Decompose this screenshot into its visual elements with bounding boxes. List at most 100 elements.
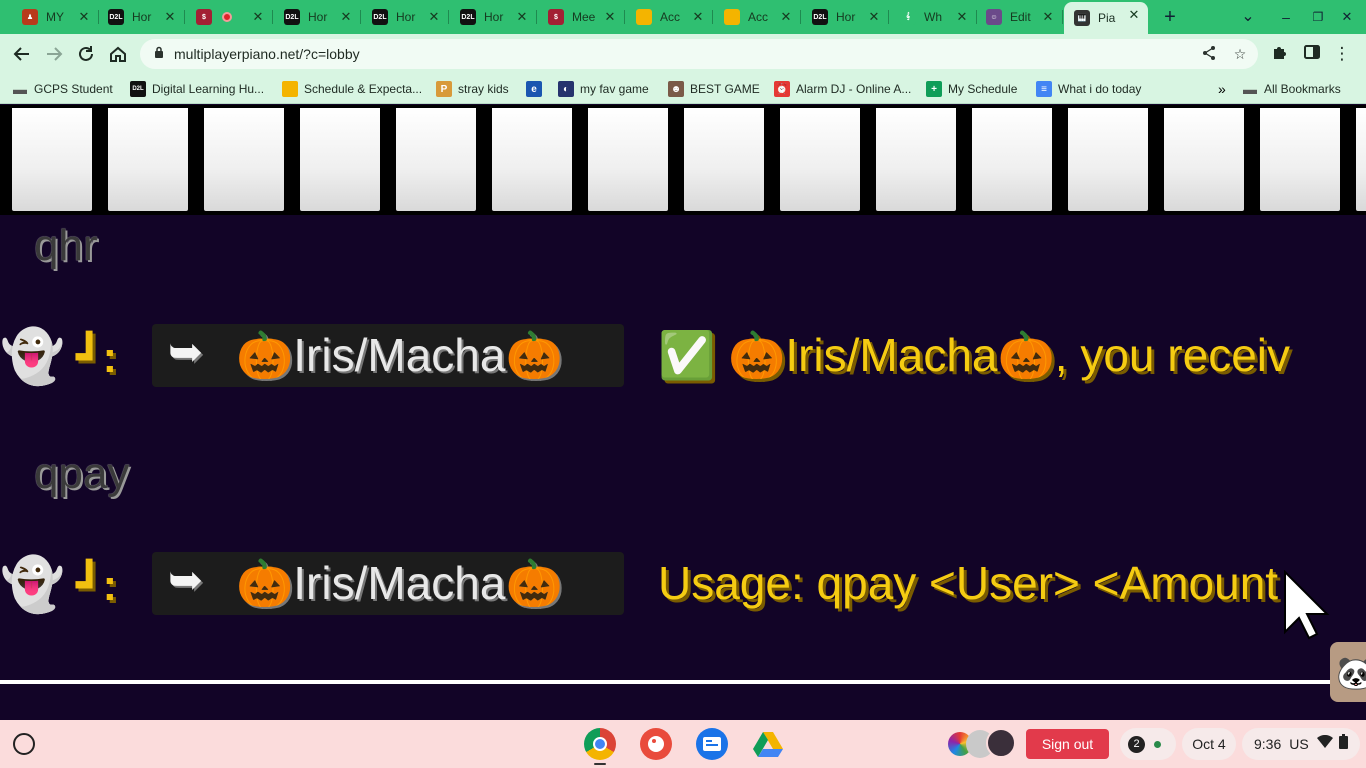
chat-command-qhr: qhr (34, 221, 98, 270)
browser-tab[interactable]: D2L Hor ✕ (802, 4, 889, 30)
canvas-paint-app-icon[interactable] (640, 728, 672, 760)
notification-count: 2 (1128, 735, 1145, 753)
bookmark-item[interactable]: e (526, 80, 542, 98)
tab-close-icon[interactable]: ✕ (954, 9, 970, 25)
tab-close-icon[interactable]: ✕ (778, 9, 794, 25)
new-tab-plus-icon[interactable]: + (1160, 7, 1180, 27)
sign-out-button[interactable]: Sign out (1026, 729, 1109, 759)
status-tray[interactable]: 9:36 US (1242, 728, 1360, 760)
chrome-app-icon[interactable] (584, 728, 616, 760)
browser-tab[interactable]: D2L Hor ✕ (274, 4, 361, 30)
bookmark-item[interactable]: ⏰ Alarm DJ - Online A... (774, 80, 911, 98)
piano-white-key[interactable] (1164, 108, 1244, 211)
minimize-icon[interactable]: – (1276, 7, 1296, 27)
tab-close-icon[interactable]: ✕ (602, 9, 618, 25)
bookmark-item[interactable]: ◐ my fav game (558, 80, 649, 98)
piano-white-key[interactable] (1356, 108, 1366, 211)
date-tray[interactable]: Oct 4 (1182, 728, 1236, 760)
tab-search-chevron-icon[interactable]: ⌄ (1238, 7, 1258, 27)
pinterest-icon: P (436, 81, 452, 97)
tab-favicon-icon: ♟ (22, 9, 38, 25)
kebab-menu-icon[interactable]: ⋮ (1331, 43, 1353, 65)
browser-tab[interactable]: $ ✕ (186, 4, 273, 30)
browser-tab[interactable]: D2L Hor ✕ (362, 4, 449, 30)
tab-close-icon[interactable]: ✕ (690, 9, 706, 25)
tab-favicon-icon: D2L (372, 9, 388, 25)
browser-tab[interactable]: D2L Hor ✕ (98, 4, 185, 30)
classroom-app-icon[interactable] (696, 728, 728, 760)
google-drive-app-icon[interactable] (752, 728, 784, 760)
tab-strip: ♟ MY ✕ D2L Hor ✕ $ ✕ D2L Hor ✕ D2L Hor ✕ D2L Hor ✕ $ Mee ✕ A… (0, 0, 1366, 34)
close-window-icon[interactable]: ✕ (1337, 7, 1357, 27)
address-bar[interactable]: multiplayerpiano.net/?c=lobby ☆ (140, 39, 1258, 69)
bot-prefix: ┛: (76, 333, 118, 382)
browser-tab[interactable]: Acc ✕ (626, 4, 713, 30)
piano-white-key[interactable] (300, 108, 380, 211)
tab-title: Edit (1010, 10, 1031, 24)
tab-close-icon[interactable]: ✕ (338, 9, 354, 25)
bookmark-item[interactable]: Schedule & Expecta... (282, 80, 422, 98)
ghost-emoji-icon: 👻 (0, 555, 65, 615)
browser-tab[interactable]: ☺ Edit ✕ (976, 4, 1063, 30)
tab-favicon-icon: ☺ (986, 9, 1002, 25)
tab-title: Pia (1098, 11, 1116, 25)
reload-icon[interactable] (75, 43, 97, 65)
site-info-icon[interactable] (154, 46, 164, 59)
side-panel-icon[interactable] (1301, 43, 1323, 65)
tote-holding-space[interactable] (948, 728, 1016, 760)
tab-close-icon[interactable]: ✕ (162, 9, 178, 25)
chat-command-qpay: qpay (34, 449, 130, 498)
bookmark-label: stray kids (458, 82, 509, 96)
bookmark-label: GCPS Student (34, 82, 113, 96)
browser-tab[interactable]: $ Mee ✕ (538, 4, 625, 30)
browser-tab[interactable]: 🎹 Pia ✕ (1064, 2, 1148, 34)
browser-tab[interactable]: Acc ✕ (714, 4, 801, 30)
bookmark-item[interactable]: ▬ All Bookmarks (1242, 80, 1341, 98)
piano-white-key[interactable] (492, 108, 572, 211)
bookmark-star-icon[interactable]: ☆ (1231, 45, 1249, 63)
notification-pill[interactable]: 2 (1120, 728, 1176, 760)
tab-close-icon[interactable]: ✕ (426, 9, 442, 25)
piano-white-key[interactable] (780, 108, 860, 211)
piano-white-key[interactable] (588, 108, 668, 211)
tab-close-icon[interactable]: ✕ (1040, 9, 1056, 25)
piano-white-key[interactable] (972, 108, 1052, 211)
bookmark-item[interactable]: D2L Digital Learning Hu... (130, 80, 264, 98)
user-tag: ➥ 🎃Iris/Macha🎃 (152, 324, 624, 387)
reply-arrow-icon: ➥ (168, 327, 204, 376)
forward-arrow-icon[interactable] (43, 43, 65, 65)
piano-white-key[interactable] (1068, 108, 1148, 211)
bot-reply-text: Usage: qpay <User> <Amount (658, 557, 1279, 609)
browser-tab[interactable]: ♟ MY ✕ (12, 4, 99, 30)
bookmark-item[interactable]: + My Schedule (926, 80, 1017, 98)
bookmark-item[interactable]: ☻ BEST GAME (668, 80, 760, 98)
browser-tab[interactable]: D2L Hor ✕ (450, 4, 537, 30)
tab-close-icon[interactable]: ✕ (1126, 7, 1142, 23)
tab-title: Mee (572, 10, 596, 24)
restore-icon[interactable]: ❐ (1308, 7, 1328, 27)
share-icon[interactable] (1200, 45, 1218, 63)
bookmark-item[interactable]: Pstray kids (436, 80, 509, 98)
more-bookmarks-chevron-icon[interactable]: » (1218, 80, 1226, 98)
piano-white-key[interactable] (108, 108, 188, 211)
tab-close-icon[interactable]: ✕ (250, 9, 266, 25)
tab-close-icon[interactable]: ✕ (866, 9, 882, 25)
bot-reply-text: 🎃Iris/Macha🎃, you receiv (728, 329, 1290, 381)
tab-close-icon[interactable]: ✕ (514, 9, 530, 25)
piano-white-key[interactable] (1260, 108, 1340, 211)
home-icon[interactable] (107, 43, 129, 65)
bookmark-item[interactable]: ▬ GCPS Student (12, 80, 113, 98)
bookmark-item[interactable]: ≡ What i do today (1036, 80, 1141, 98)
tab-close-icon[interactable]: ✕ (76, 9, 92, 25)
back-arrow-icon[interactable] (11, 43, 33, 65)
tab-title: Hor (484, 10, 504, 24)
browser-tab[interactable]: 𝄞 Wh ✕ (890, 4, 977, 30)
piano-white-key[interactable] (12, 108, 92, 211)
piano-white-key[interactable] (876, 108, 956, 211)
extensions-puzzle-icon[interactable] (1269, 43, 1291, 65)
piano-white-key[interactable] (204, 108, 284, 211)
panda-avatar[interactable]: 🐼 (1330, 642, 1366, 702)
piano-white-key[interactable] (684, 108, 764, 211)
launcher-icon[interactable] (13, 733, 35, 755)
piano-white-key[interactable] (396, 108, 476, 211)
